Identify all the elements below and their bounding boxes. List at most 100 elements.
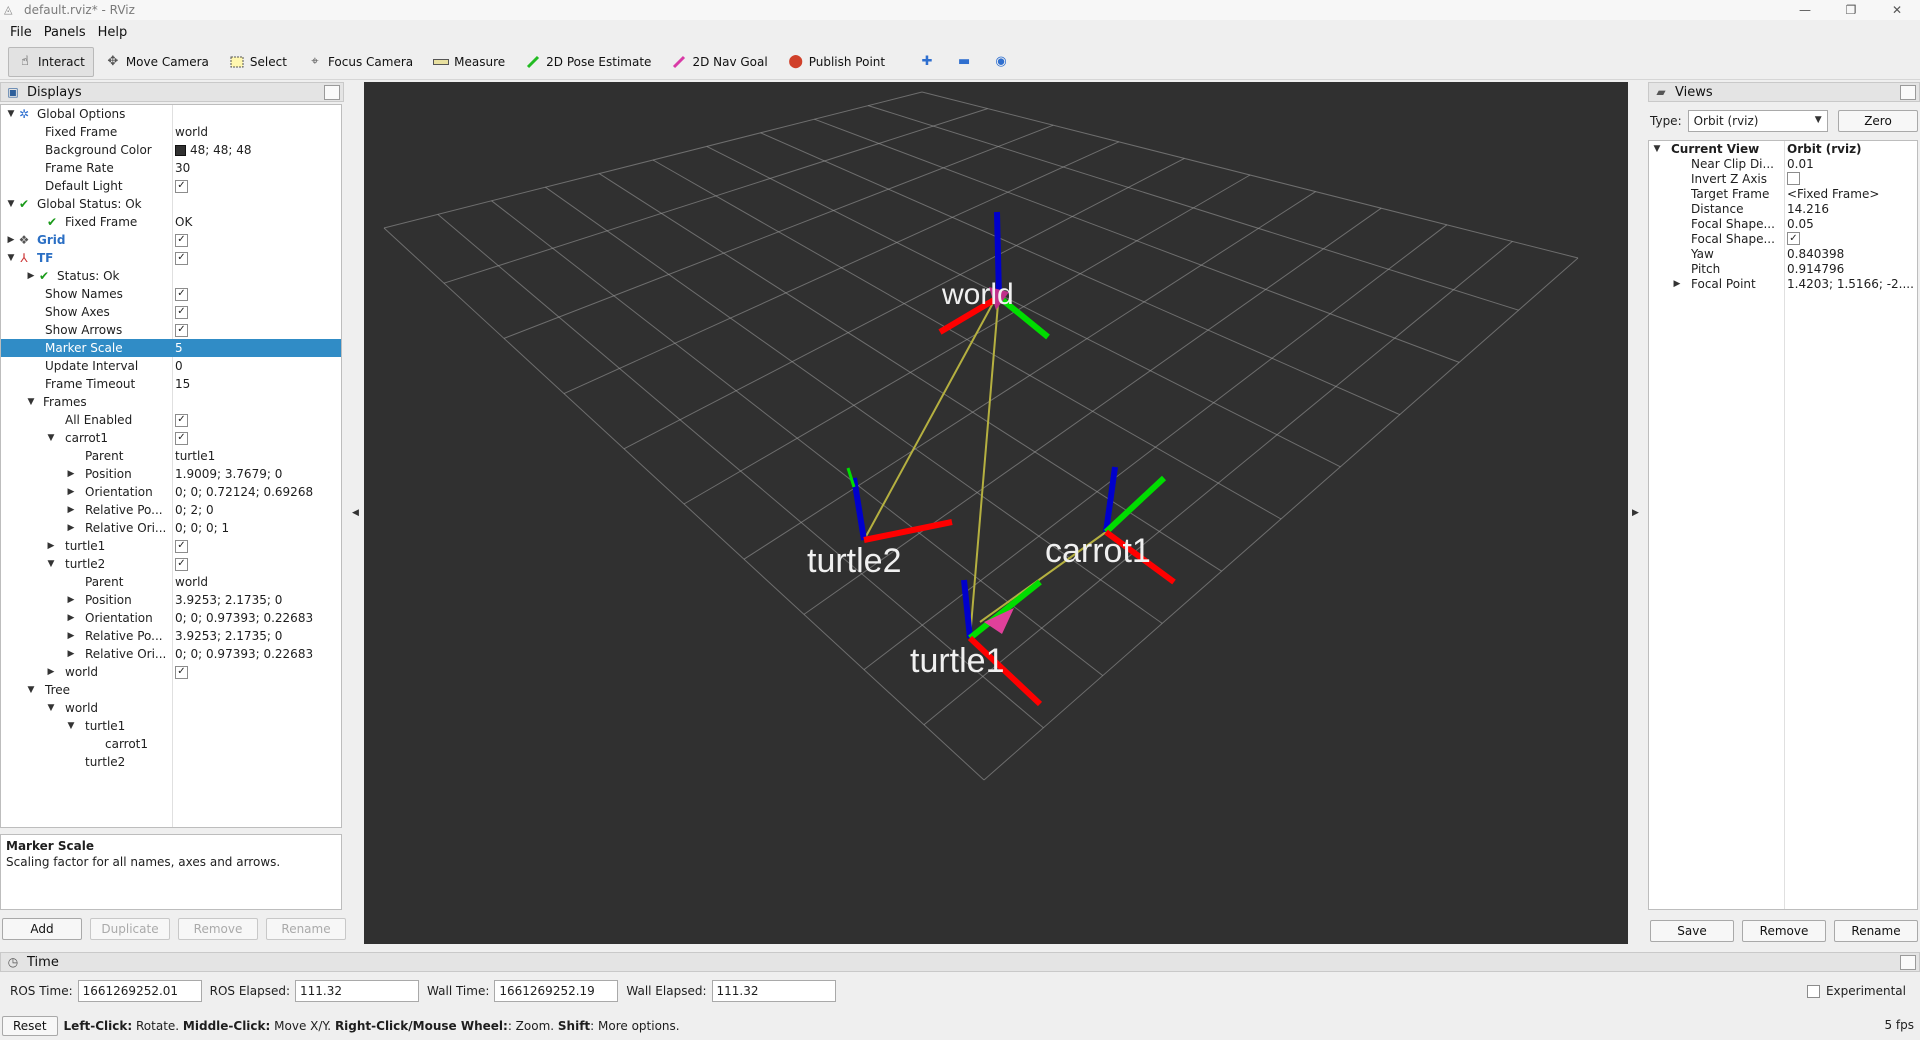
tree-row-turtle1[interactable]: ▶ turtle1 ✓ [1, 537, 341, 555]
add-tool-button[interactable]: ✚ [912, 47, 947, 77]
tree-row-show-axes[interactable]: Show Axes ✓ [1, 303, 341, 321]
tree-row-fixed-frame-status[interactable]: ✔ Fixed Frame OK [1, 213, 341, 231]
tree-row-background-color[interactable]: Background Color 48; 48; 48 [1, 141, 341, 159]
views-tree[interactable]: ▼ Current View Orbit (rviz) Near Clip Di.… [1648, 140, 1918, 910]
background-color-value[interactable]: 48; 48; 48 [190, 143, 252, 157]
expand-arrow-icon[interactable]: ▶ [65, 469, 77, 479]
tree-row-carrot1-orientation[interactable]: ▶ Orientation 0; 0; 0.72124; 0.69268 [1, 483, 341, 501]
expand-arrow-icon[interactable]: ▶ [65, 649, 77, 659]
expand-arrow-icon[interactable]: ▶ [65, 595, 77, 605]
select-tool[interactable]: Select [220, 47, 296, 77]
scene-canvas[interactable]: world turtle2 carrot1 turtle1 [364, 82, 1628, 944]
distance-value[interactable]: 14.216 [1784, 202, 1916, 216]
expand-arrow-icon[interactable]: ▶ [65, 613, 77, 623]
tree-row-tree-turtle2[interactable]: turtle2 [1, 753, 341, 771]
focal-point-value[interactable]: 1.4203; 1.5166; -2.... [1784, 277, 1916, 291]
near-clip-value[interactable]: 0.01 [1784, 157, 1916, 171]
tree-row-frame-rate[interactable]: Frame Rate 30 [1, 159, 341, 177]
save-view-button[interactable]: Save [1650, 920, 1734, 942]
expand-arrow-icon[interactable]: ▶ [5, 235, 17, 245]
duplicate-button[interactable]: Duplicate [90, 918, 170, 940]
view-row-yaw[interactable]: Yaw 0.840398 [1649, 246, 1917, 261]
show-axes-checkbox[interactable]: ✓ [175, 305, 188, 319]
experimental-toggle[interactable]: Experimental [1806, 984, 1906, 998]
restore-button[interactable]: ❐ [1828, 0, 1874, 20]
view-row-focal-shape-size[interactable]: Focal Shape... 0.05 [1649, 216, 1917, 231]
focus-camera-tool[interactable]: ⌖ Focus Camera [298, 47, 422, 77]
close-button[interactable]: ✕ [1874, 0, 1920, 20]
tree-row-tree-carrot1[interactable]: carrot1 [1, 735, 341, 753]
tree-row-tree[interactable]: ▼ Tree [1, 681, 341, 699]
tree-row-tf-status[interactable]: ▶ ✔ Status: Ok [1, 267, 341, 285]
tree-row-fixed-frame[interactable]: Fixed Frame world [1, 123, 341, 141]
view-row-focal-point[interactable]: ▶ Focal Point 1.4203; 1.5166; -2.... [1649, 276, 1917, 291]
tree-row-carrot1[interactable]: ▼ carrot1 ✓ [1, 429, 341, 447]
tree-row-carrot1-position[interactable]: ▶ Position 1.9009; 3.7679; 0 [1, 465, 341, 483]
tree-row-grid[interactable]: ▶ ❖ Grid ✓ [1, 231, 341, 249]
tree-row-marker-scale[interactable]: Marker Scale 5 [1, 339, 341, 357]
carrot1-checkbox[interactable]: ✓ [175, 431, 188, 445]
interact-tool[interactable]: ☝ Interact [8, 46, 94, 77]
float-panel-button[interactable] [1900, 955, 1916, 970]
expand-arrow-icon[interactable]: ▶ [65, 523, 77, 533]
tree-row-global-status[interactable]: ▼ ✔ Global Status: Ok [1, 195, 341, 213]
expand-arrow-icon[interactable]: ▶ [45, 541, 57, 551]
tree-row-show-names[interactable]: Show Names ✓ [1, 285, 341, 303]
float-panel-button[interactable] [324, 85, 340, 100]
tree-row-carrot1-relative-orientation[interactable]: ▶ Relative Ori... 0; 0; 0; 1 [1, 519, 341, 537]
all-enabled-checkbox[interactable]: ✓ [175, 413, 188, 427]
tree-row-tree-turtle1[interactable]: ▼ turtle1 [1, 717, 341, 735]
frame-timeout-value[interactable]: 15 [172, 377, 340, 391]
fixed-frame-value[interactable]: world [172, 125, 340, 139]
nav-goal-tool[interactable]: 2D Nav Goal [662, 47, 776, 77]
tree-row-show-arrows[interactable]: Show Arrows ✓ [1, 321, 341, 339]
view-row-near-clip[interactable]: Near Clip Di... 0.01 [1649, 156, 1917, 171]
wall-elapsed-field[interactable]: 111.32 [711, 980, 836, 1002]
collapse-arrow-icon[interactable]: ▼ [5, 253, 17, 263]
move-camera-tool[interactable]: ✥ Move Camera [96, 47, 218, 77]
turtle1-checkbox[interactable]: ✓ [175, 539, 188, 553]
tree-row-frame-timeout[interactable]: Frame Timeout 15 [1, 375, 341, 393]
tree-row-turtle2-parent[interactable]: Parent world [1, 573, 341, 591]
view-row-current-view[interactable]: ▼ Current View Orbit (rviz) [1649, 141, 1917, 156]
marker-scale-value[interactable]: 5 [172, 341, 340, 355]
rename-button[interactable]: Rename [266, 918, 346, 940]
collapse-arrow-icon[interactable]: ▼ [45, 559, 57, 569]
view-row-distance[interactable]: Distance 14.216 [1649, 201, 1917, 216]
pose-estimate-tool[interactable]: 2D Pose Estimate [516, 47, 660, 77]
displays-tree[interactable]: ▼ ✲ Global Options Fixed Frame world Backg… [0, 104, 342, 828]
update-interval-value[interactable]: 0 [172, 359, 340, 373]
collapse-right-arrow-icon[interactable]: ▶ [1632, 508, 1639, 518]
tree-row-turtle2-position[interactable]: ▶ Position 3.9253; 2.1735; 0 [1, 591, 341, 609]
pitch-value[interactable]: 0.914796 [1784, 262, 1916, 276]
remove-button[interactable]: Remove [178, 918, 258, 940]
float-panel-button[interactable] [1900, 85, 1916, 100]
add-button[interactable]: Add [2, 918, 82, 940]
render-view-3d[interactable]: world turtle2 carrot1 turtle1 [364, 82, 1628, 944]
tree-row-carrot1-parent[interactable]: Parent turtle1 [1, 447, 341, 465]
view-type-select[interactable]: Orbit (rviz) ▼ [1687, 110, 1828, 132]
tree-row-tree-world[interactable]: ▼ world [1, 699, 341, 717]
tree-row-all-enabled[interactable]: All Enabled ✓ [1, 411, 341, 429]
tree-row-turtle2-relative-position[interactable]: ▶ Relative Po... 3.9253; 2.1735; 0 [1, 627, 341, 645]
collapse-arrow-icon[interactable]: ▼ [45, 703, 57, 713]
collapse-arrow-icon[interactable]: ▼ [5, 199, 17, 209]
tree-row-update-interval[interactable]: Update Interval 0 [1, 357, 341, 375]
show-arrows-checkbox[interactable]: ✓ [175, 323, 188, 337]
collapse-arrow-icon[interactable]: ▼ [45, 433, 57, 443]
target-frame-value[interactable]: <Fixed Frame> [1784, 187, 1916, 201]
ros-elapsed-field[interactable]: 111.32 [295, 980, 420, 1002]
default-light-checkbox[interactable]: ✓ [175, 179, 188, 193]
tree-row-turtle2-orientation[interactable]: ▶ Orientation 0; 0; 0.97393; 0.22683 [1, 609, 341, 627]
expand-arrow-icon[interactable]: ▶ [25, 271, 37, 281]
show-names-checkbox[interactable]: ✓ [175, 287, 188, 301]
yaw-value[interactable]: 0.840398 [1784, 247, 1916, 261]
tree-row-carrot1-relative-position[interactable]: ▶ Relative Po... 0; 2; 0 [1, 501, 341, 519]
turtle2-checkbox[interactable]: ✓ [175, 557, 188, 571]
focal-shape-size-value[interactable]: 0.05 [1784, 217, 1916, 231]
collapse-left-arrow-icon[interactable]: ◀ [352, 508, 359, 518]
expand-arrow-icon[interactable]: ▶ [1671, 279, 1683, 289]
remove-view-button[interactable]: Remove [1742, 920, 1826, 942]
experimental-checkbox[interactable] [1806, 984, 1820, 998]
collapse-arrow-icon[interactable]: ▼ [25, 397, 37, 407]
